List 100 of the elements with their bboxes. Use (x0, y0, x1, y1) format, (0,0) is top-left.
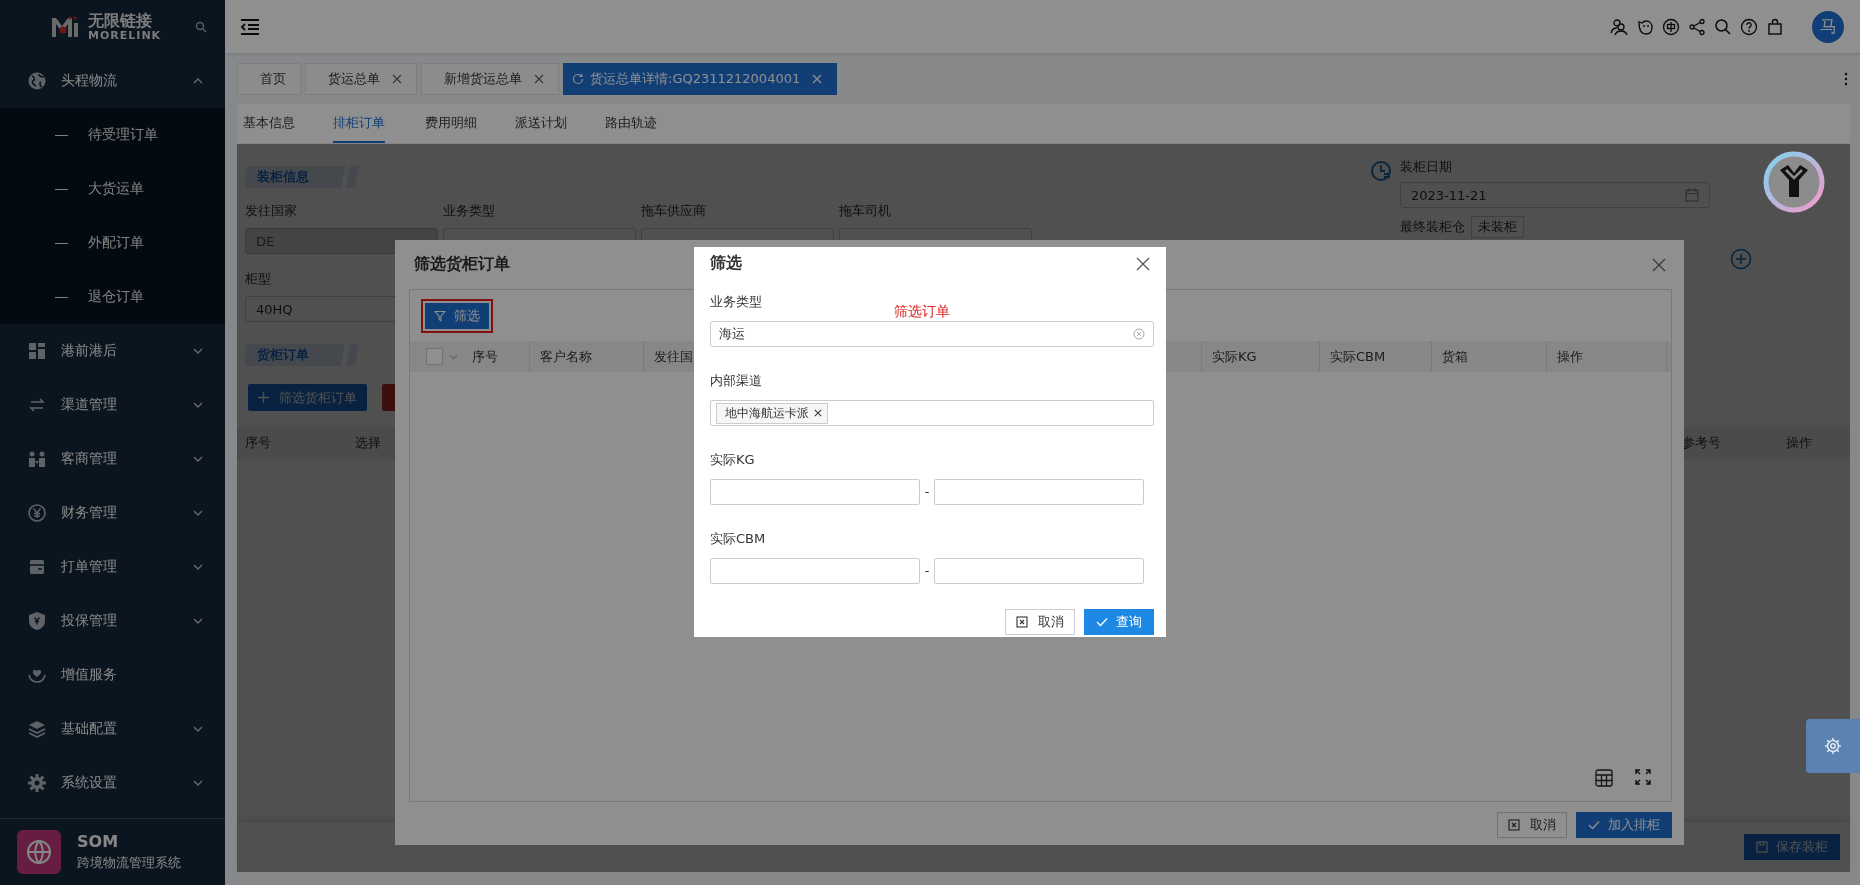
share-icon[interactable] (1688, 17, 1706, 36)
field-label: 柜型 (245, 270, 272, 288)
logo-icon (50, 16, 80, 38)
field-label: 发往国家 (245, 202, 298, 220)
grid-icon (27, 341, 47, 361)
section-tab[interactable]: 派送计划 (515, 104, 605, 143)
history-icon (1370, 160, 1392, 182)
chevron-icon (193, 780, 203, 786)
selected-tag[interactable]: 地中海航运卡派 (716, 402, 828, 424)
settings-button[interactable] (1806, 719, 1860, 773)
user-avatar[interactable]: 马 (1812, 10, 1844, 43)
add-circle-icon[interactable] (1730, 248, 1752, 270)
menu-item[interactable]: 渠道管理 (0, 378, 225, 432)
bag-icon[interactable] (1766, 17, 1784, 36)
tag-label: 地中海航运卡派 (725, 404, 809, 422)
close-box-icon (1016, 616, 1028, 628)
min-input-field[interactable] (710, 558, 920, 584)
chevron-icon (193, 726, 203, 732)
page-tab[interactable]: 货运总单 (305, 62, 417, 95)
logo-subtitle: MORELINK (88, 29, 162, 42)
cancel-button[interactable]: 取消 (1005, 609, 1075, 635)
field-label: 内部渠道 (710, 372, 763, 390)
field-label: 装柜日期 (1400, 158, 1453, 176)
search-icon[interactable] (195, 21, 207, 33)
menu-item[interactable]: 财务管理 (0, 486, 225, 540)
more-icon[interactable] (1844, 71, 1848, 86)
section-tab[interactable]: 基本信息 (243, 104, 333, 143)
close-box-icon (1508, 819, 1520, 831)
users-icon[interactable] (1610, 17, 1628, 36)
menu-item[interactable]: 港前港后 (0, 324, 225, 378)
help-icon[interactable] (1740, 17, 1758, 36)
dash-marker (55, 242, 68, 244)
status-tag: 未装柜 (1471, 216, 1524, 238)
filter-button[interactable]: 筛选 (425, 302, 489, 329)
close-icon[interactable] (814, 409, 822, 417)
select-field[interactable]: 海运 (710, 321, 1154, 347)
page-tab[interactable]: 首页 (237, 62, 301, 95)
clear-icon[interactable] (1133, 328, 1145, 340)
menu-item[interactable]: 头程物流 (0, 54, 225, 108)
refresh-icon[interactable] (572, 72, 584, 85)
field-label: 实际CBM (710, 530, 767, 548)
column-header: 操作 (1557, 347, 1583, 366)
box-icon (27, 557, 47, 577)
submenu-item[interactable]: 外配订单 (0, 216, 225, 270)
fullscreen-icon[interactable] (1635, 769, 1651, 785)
menu-item[interactable]: 客商管理 (0, 432, 225, 486)
chevron-icon (193, 348, 203, 354)
page-tab[interactable]: 新增货运总单 (421, 62, 559, 95)
app-globe-icon (17, 830, 61, 874)
max-input-field[interactable] (934, 558, 1144, 584)
chevron-icon (193, 510, 203, 516)
app-subtitle: 跨境物流管理系统 (77, 854, 181, 872)
chevron-icon (193, 564, 203, 570)
checkbox[interactable] (426, 348, 443, 365)
section-tab[interactable]: 费用明细 (425, 104, 515, 143)
submenu-label: 大货运单 (88, 180, 144, 198)
column-header: 序号 (472, 347, 498, 366)
search-icon[interactable] (1714, 17, 1732, 36)
menu-item[interactable]: 投保管理 (0, 594, 225, 648)
close-icon[interactable] (1136, 256, 1150, 271)
field-label: 拖车供应商 (641, 202, 707, 220)
cancel-button[interactable]: 取消 (1497, 812, 1567, 838)
people-icon (27, 449, 47, 469)
submenu-label: 待受理订单 (88, 126, 158, 144)
min-input-field[interactable] (710, 479, 920, 505)
menu-item[interactable]: 打单管理 (0, 540, 225, 594)
column-header: 实际CBM (1330, 347, 1386, 366)
settings-icon (1823, 736, 1843, 756)
menu-fold-icon[interactable] (240, 18, 260, 35)
field-label: 实际KG (710, 451, 756, 469)
submenu-item[interactable]: 大货运单 (0, 162, 225, 216)
max-input-field[interactable] (934, 479, 1144, 505)
annotation-text: 筛选订单 (894, 303, 950, 321)
menu-item[interactable]: 基础配置 (0, 702, 225, 756)
section-tab[interactable]: 路由轨迹 (605, 104, 695, 143)
column-header: 选择 (354, 434, 382, 452)
column-header: 实际KG (1212, 347, 1257, 366)
confirm-button[interactable]: 加入排柜 (1576, 812, 1672, 838)
field-label: 业务类型 (443, 202, 496, 220)
dialog-title: 筛选货柜订单 (414, 254, 510, 275)
page-tab[interactable]: 货运总单详情:GQ2311212004001 (563, 62, 838, 95)
multi-select-field[interactable]: 地中海航运卡派 (710, 400, 1154, 426)
menu-item[interactable]: 系统设置 (0, 756, 225, 810)
submenu-item[interactable]: 待受理订单 (0, 108, 225, 162)
layers-icon (27, 719, 47, 739)
range-separator: - (923, 483, 931, 501)
dash-marker (55, 188, 68, 190)
language-icon[interactable] (1662, 17, 1680, 36)
face-icon[interactable] (1636, 17, 1654, 36)
menu-item[interactable]: 增值服务 (0, 648, 225, 702)
field-label: 最终装柜仓 (1400, 218, 1465, 236)
chevron-icon (193, 618, 203, 624)
table-icon[interactable] (1595, 769, 1613, 787)
shield-icon (27, 611, 47, 631)
yen-icon (27, 503, 47, 523)
search-button[interactable]: 查询 (1084, 609, 1154, 635)
column-header: 参考号 (1681, 434, 1722, 452)
submenu-label: 外配订单 (88, 234, 144, 252)
app-name: SOM (77, 832, 120, 851)
submenu-item[interactable]: 退仓订单 (0, 270, 225, 324)
